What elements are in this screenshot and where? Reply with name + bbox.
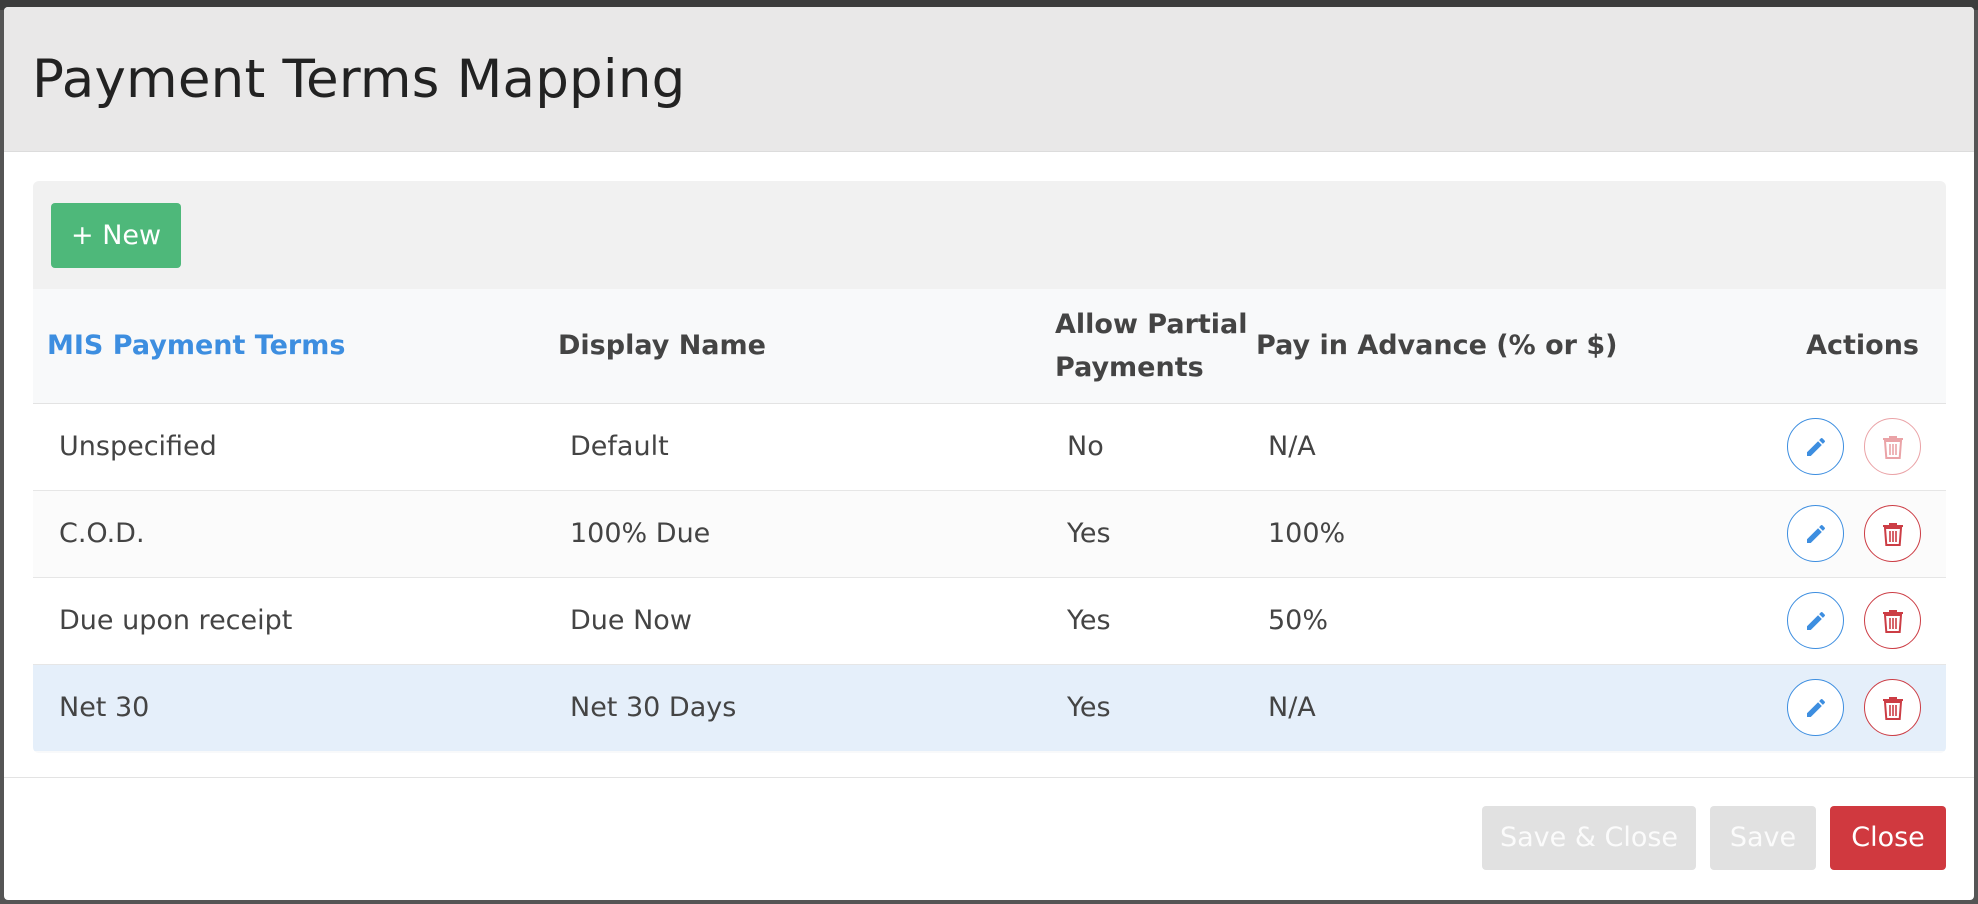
cell-actions — [1739, 577, 1946, 665]
trash-icon — [1882, 696, 1903, 720]
cell-allow-partial: Yes — [1055, 577, 1256, 665]
column-header-allow-partial-payments[interactable]: Allow Partial Payments — [1055, 289, 1256, 404]
payment-terms-modal: Payment Terms Mapping + New MIS Payment … — [4, 7, 1974, 900]
cell-mis-payment-terms: Net 30 — [33, 664, 544, 751]
table-row[interactable]: Due upon receipt Due Now Yes 50% — [33, 577, 1946, 665]
cell-actions — [1739, 664, 1946, 751]
pencil-icon — [1806, 524, 1825, 543]
cell-mis-payment-terms: Unspecified — [33, 403, 544, 491]
modal-header: Payment Terms Mapping — [4, 7, 1974, 152]
cell-display-name: Due Now — [544, 577, 1055, 665]
table-header-row: MIS Payment Terms Display Name Allow Par… — [33, 289, 1946, 404]
edit-button[interactable] — [1787, 679, 1845, 737]
cell-display-name: 100% Due — [544, 490, 1055, 578]
cell-allow-partial: No — [1055, 403, 1256, 491]
trash-icon — [1882, 522, 1903, 546]
table-row-selected[interactable]: Net 30 Net 30 Days Yes N/A — [33, 664, 1946, 751]
pencil-icon — [1806, 611, 1825, 630]
pencil-icon — [1806, 698, 1825, 717]
delete-button[interactable] — [1864, 592, 1921, 649]
column-header-actions: Actions — [1739, 289, 1946, 404]
column-header-mis-payment-terms[interactable]: MIS Payment Terms — [33, 289, 544, 404]
cell-pay-in-advance: N/A — [1256, 403, 1739, 491]
delete-button — [1864, 418, 1921, 475]
cell-mis-payment-terms: Due upon receipt — [33, 577, 544, 665]
edit-button[interactable] — [1787, 592, 1845, 649]
cell-pay-in-advance: 100% — [1256, 490, 1739, 578]
save-and-close-button[interactable]: Save & Close — [1482, 806, 1696, 870]
close-button[interactable]: Close — [1830, 806, 1946, 870]
trash-icon — [1882, 609, 1903, 633]
modal-title: Payment Terms Mapping — [32, 48, 686, 110]
cell-display-name: Net 30 Days — [544, 664, 1055, 751]
column-header-display-name[interactable]: Display Name — [544, 289, 1055, 404]
cell-mis-payment-terms: C.O.D. — [33, 490, 544, 578]
pencil-icon — [1806, 437, 1825, 456]
column-header-pay-in-advance[interactable]: Pay in Advance (% or $) — [1256, 289, 1739, 404]
new-button[interactable]: + New — [51, 202, 182, 268]
payment-terms-panel: + New MIS Payment Terms Display Name All… — [33, 181, 1946, 753]
table-row[interactable]: C.O.D. 100% Due Yes 100% — [33, 490, 1946, 578]
cell-display-name: Default — [544, 403, 1055, 491]
delete-button[interactable] — [1864, 505, 1921, 562]
panel-toolbar: + New — [33, 181, 1946, 289]
delete-button[interactable] — [1864, 679, 1921, 737]
footer-divider — [4, 777, 1974, 778]
cell-allow-partial: Yes — [1055, 664, 1256, 751]
table-row[interactable]: Unspecified Default No N/A — [33, 403, 1946, 491]
edit-button[interactable] — [1787, 505, 1845, 562]
save-button[interactable]: Save — [1710, 806, 1816, 870]
cell-pay-in-advance: 50% — [1256, 577, 1739, 665]
cell-pay-in-advance: N/A — [1256, 664, 1739, 751]
edit-button[interactable] — [1787, 418, 1845, 475]
cell-actions — [1739, 490, 1946, 578]
payment-terms-table: MIS Payment Terms Display Name Allow Par… — [33, 289, 1946, 751]
trash-icon — [1882, 435, 1903, 459]
cell-actions — [1739, 403, 1946, 491]
cell-allow-partial: Yes — [1055, 490, 1256, 578]
